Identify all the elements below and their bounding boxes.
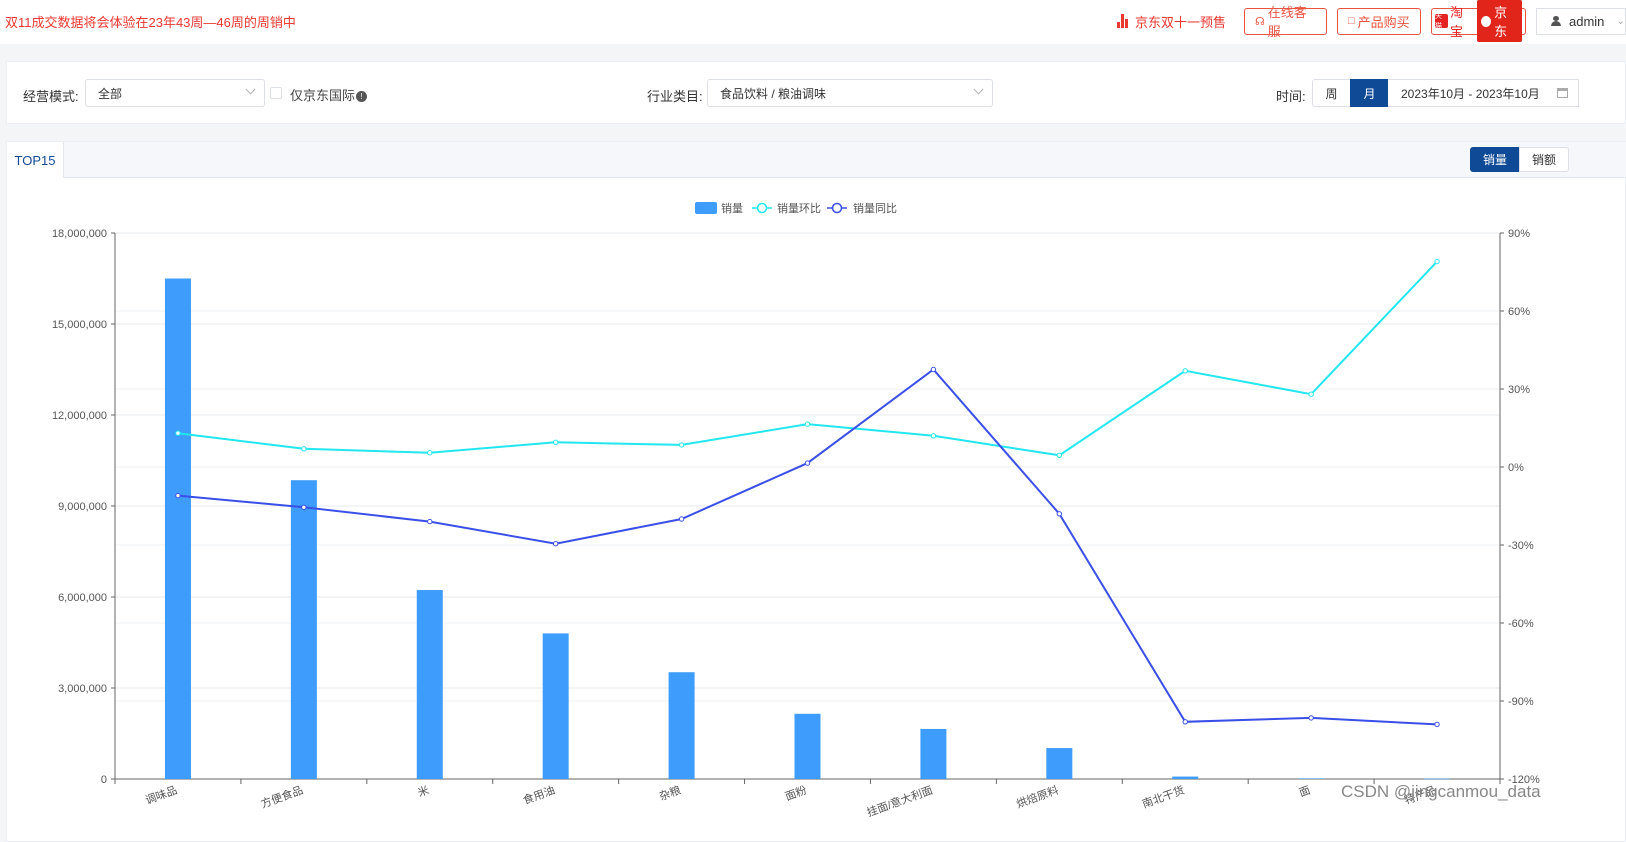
mom-point — [678, 442, 685, 448]
yoy-point — [1182, 719, 1188, 725]
mom-point — [427, 450, 433, 456]
yoy-point — [1308, 715, 1314, 721]
y-right-tick-label: 60% — [1508, 306, 1530, 318]
legend-label: 销量环比 — [777, 201, 821, 215]
yoy-point — [427, 518, 433, 525]
legend-bar-swatch — [695, 202, 717, 214]
bar — [1172, 776, 1199, 779]
bar — [794, 713, 821, 779]
bar — [290, 480, 317, 779]
y-left-tick-label: 15,000,000 — [52, 319, 107, 331]
yoy-point — [930, 366, 937, 373]
y-left-tick-label: 3,000,000 — [58, 683, 107, 695]
bar — [542, 633, 569, 779]
x-tick-label: 方便食品 — [259, 783, 305, 811]
bar — [1046, 748, 1073, 779]
yoy-point — [552, 541, 559, 547]
mom-point — [301, 446, 307, 452]
y-right-tick-label: -60% — [1508, 618, 1534, 630]
y-right-tick-label: 90% — [1508, 228, 1530, 240]
yoy-point — [804, 460, 811, 466]
legend-label: 销量 — [721, 201, 743, 215]
y-right-tick-label: 30% — [1508, 384, 1530, 396]
mom-point — [1182, 368, 1188, 374]
mom-point — [1056, 452, 1063, 458]
x-tick-label: 调味品 — [144, 784, 179, 808]
mom-point — [930, 433, 937, 439]
legend-label: 销量同比 — [853, 201, 897, 215]
mom-point — [1434, 258, 1440, 265]
legend-mom-marker — [756, 202, 768, 214]
y-left-tick-label: 18,000,000 — [52, 228, 107, 240]
watermark: CSDN @jingcanmou_data — [1341, 782, 1541, 801]
x-tick-label: 挂面/意大利面 — [865, 783, 935, 820]
bar — [416, 590, 443, 779]
y-left-tick-label: 6,000,000 — [58, 592, 107, 604]
yoy-point — [1434, 721, 1440, 728]
x-tick-label: 面粉 — [783, 784, 808, 804]
yoy-point — [175, 492, 181, 499]
sales-chart: 0 3,000,000 6,000,000 9,000,000 12,000,000 15… — [52, 201, 1540, 820]
y-left-tick-label: 12,000,000 — [52, 410, 107, 422]
y-right-tick-label: -30% — [1508, 540, 1534, 552]
x-tick-label: 杂粮 — [657, 783, 682, 804]
yoy-point — [678, 516, 685, 522]
bar — [920, 728, 947, 779]
mom-point — [804, 421, 811, 427]
x-tick-label: 南北干货 — [1140, 783, 1186, 811]
x-tick-label: 米 — [416, 784, 431, 800]
y-left-tick-label: 0 — [101, 774, 107, 786]
bar — [1424, 778, 1451, 780]
yoy-point — [301, 504, 307, 510]
x-tick-label: 烘焙原料 — [1014, 783, 1060, 811]
x-tick-label: 食用油 — [521, 783, 557, 807]
mom-point — [175, 430, 181, 436]
y-left-tick-label: 9,000,000 — [58, 501, 107, 513]
bar — [1298, 778, 1325, 779]
legend-yoy-marker — [831, 202, 843, 214]
x-tick-label: 面 — [1298, 785, 1312, 800]
y-right-tick-label: -90% — [1508, 696, 1534, 708]
mom-point — [552, 439, 559, 445]
yoy-point — [1056, 511, 1063, 517]
bar — [668, 672, 695, 779]
y-right-tick-label: 0% — [1508, 462, 1524, 474]
mom-point — [1308, 391, 1314, 397]
bar — [164, 278, 191, 779]
